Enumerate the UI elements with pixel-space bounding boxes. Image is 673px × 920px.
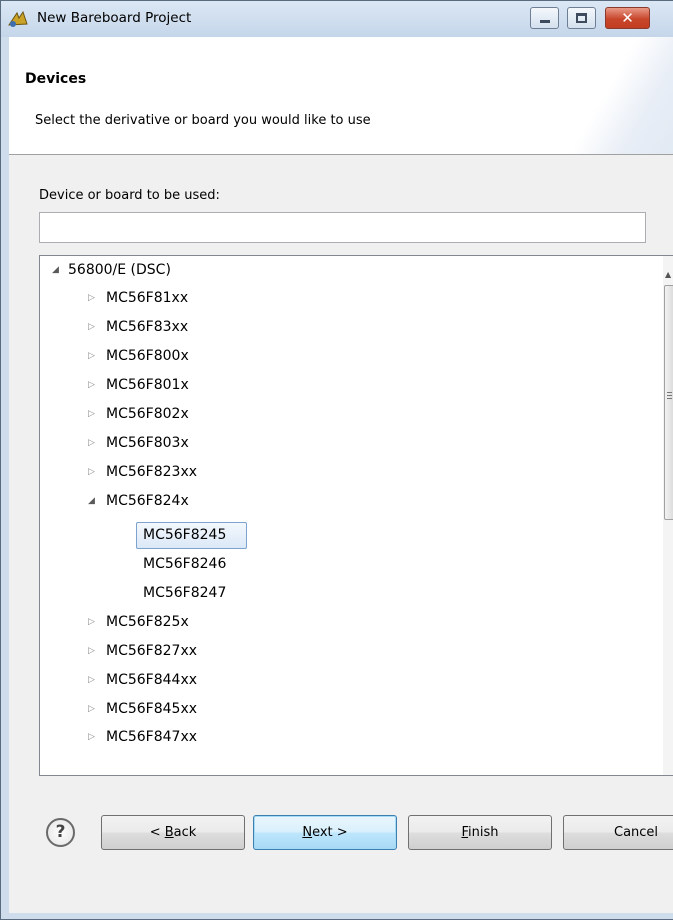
triangle-collapsed-icon[interactable]: ▷ (88, 371, 100, 399)
back-mnemonic: B (164, 825, 174, 840)
triangle-collapsed-icon[interactable]: ▷ (88, 723, 100, 751)
triangle-collapsed-icon[interactable]: ▷ (88, 429, 100, 457)
tree-item-label: MC56F844xx (106, 672, 198, 688)
help-button[interactable]: ? (46, 818, 75, 847)
tree-vertical-scrollbar[interactable]: ▲ (663, 256, 673, 775)
triangle-expanded-icon[interactable]: ◢ (52, 256, 64, 284)
tree-item-label: MC56F8247 (143, 585, 227, 601)
tree-item-label: MC56F8245 (143, 527, 227, 543)
tree-item-label: MC56F8246 (143, 556, 227, 572)
minimize-button[interactable] (530, 7, 559, 29)
close-icon: ✕ (621, 9, 634, 27)
tree-item-label: MC56F823xx (106, 464, 198, 480)
scroll-up-icon[interactable]: ▲ (665, 270, 671, 279)
triangle-collapsed-icon[interactable]: ▷ (88, 400, 100, 428)
device-filter-input[interactable] (39, 212, 646, 243)
tree-item-label: MC56F847xx (106, 729, 198, 745)
device-field-label: Device or board to be used: (39, 188, 220, 203)
project-wizard-icon (8, 10, 28, 27)
title-bar[interactable]: New Bareboard Project ✕ (1, 1, 673, 37)
device-tree[interactable]: ◢ 56800/E (DSC) ▷ MC56F81xx ▷ MC56F83xx … (39, 255, 673, 776)
tree-item-label: MC56F827xx (106, 643, 198, 659)
tree-item-label: MC56F803x (106, 435, 189, 451)
page-title: Devices (25, 71, 87, 87)
header-banner-graphic (544, 37, 673, 154)
tree-item-label: MC56F802x (106, 406, 189, 422)
page-description: Select the derivative or board you would… (35, 113, 371, 128)
maximize-button[interactable] (567, 7, 596, 29)
triangle-collapsed-icon[interactable]: ▷ (88, 313, 100, 341)
next-button-label: ext > (312, 825, 348, 840)
back-button-label: < (149, 825, 165, 840)
next-button[interactable]: Next > (253, 815, 397, 850)
triangle-expanded-icon[interactable]: ◢ (88, 487, 100, 515)
tree-item-label: MC56F824x (106, 493, 189, 509)
back-button[interactable]: < Back (101, 815, 245, 850)
back-button-label-rest: ack (173, 825, 197, 840)
tree-item-label: MC56F825x (106, 614, 189, 630)
scrollbar-thumb[interactable] (664, 285, 673, 520)
triangle-collapsed-icon[interactable]: ▷ (88, 458, 100, 486)
tree-item-label: MC56F800x (106, 348, 189, 364)
triangle-collapsed-icon[interactable]: ▷ (88, 284, 100, 312)
finish-button-label: inish (468, 825, 499, 840)
tree-item-label: MC56F845xx (106, 701, 198, 717)
grip-icon (667, 392, 672, 399)
dialog-window: New Bareboard Project ✕ Devices Select t… (0, 0, 673, 920)
wizard-header: Devices Select the derivative or board y… (9, 37, 673, 155)
tree-item-label: 56800/E (DSC) (68, 262, 171, 278)
dialog-client: Devices Select the derivative or board y… (9, 37, 673, 913)
window-title: New Bareboard Project (37, 10, 192, 26)
triangle-collapsed-icon[interactable]: ▷ (88, 608, 100, 636)
close-button[interactable]: ✕ (605, 7, 650, 29)
tree-item-label: MC56F83xx (106, 319, 189, 335)
triangle-collapsed-icon[interactable]: ▷ (88, 342, 100, 370)
triangle-collapsed-icon[interactable]: ▷ (88, 666, 100, 694)
minimize-icon (540, 20, 550, 23)
triangle-collapsed-icon[interactable]: ▷ (88, 695, 100, 723)
tree-item-label: MC56F801x (106, 377, 189, 393)
maximize-icon (576, 13, 587, 23)
tree-item-label: MC56F81xx (106, 290, 189, 306)
cancel-button[interactable]: Cancel (563, 815, 673, 850)
triangle-collapsed-icon[interactable]: ▷ (88, 637, 100, 665)
finish-button[interactable]: Finish (408, 815, 552, 850)
next-mnemonic: N (302, 825, 313, 840)
